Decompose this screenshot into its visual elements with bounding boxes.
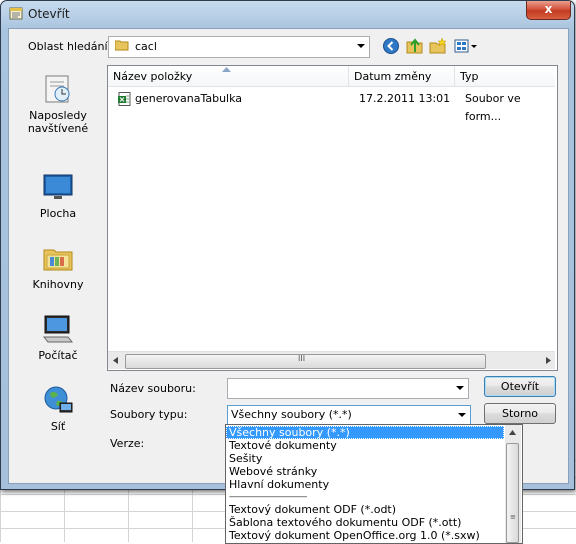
chevron-down-icon[interactable] (458, 413, 466, 417)
place-libraries[interactable]: Knihovny (22, 242, 94, 291)
column-header-type[interactable]: Typ (455, 66, 555, 87)
spreadsheet-file-icon (118, 92, 131, 106)
desktop-icon (43, 174, 73, 199)
lookin-label: Oblast hledání: (28, 40, 112, 53)
filename-label: Název souboru: (110, 382, 196, 395)
place-computer[interactable]: Počítač (22, 313, 94, 362)
column-header-date[interactable]: Datum změny (349, 66, 455, 87)
filetype-value: Všechny soubory (*.*) (231, 408, 352, 421)
back-icon[interactable] (382, 37, 400, 55)
column-header-label: Datum změny (354, 70, 432, 83)
place-network[interactable]: Síť (22, 384, 94, 433)
column-header-label: Název položky (113, 70, 193, 83)
scroll-grip-icon: III (298, 354, 306, 363)
dropdown-option[interactable]: Všechny soubory (*.*) (226, 426, 504, 439)
title-bar[interactable]: Otevřít x (1, 1, 574, 27)
open-button[interactable]: Otevřít (484, 376, 556, 397)
app-icon (9, 7, 23, 20)
scroll-grip-icon: ≡ (510, 513, 516, 521)
file-date: 17.2.2011 13:01 (359, 92, 451, 105)
vertical-scroll-thumb[interactable]: ≡ (506, 443, 519, 543)
version-label: Verze: (110, 437, 145, 450)
place-label: Naposledy navštívené (27, 109, 89, 135)
table-row[interactable]: generovanaTabulka 17.2.2011 13:01 Soubor… (108, 90, 555, 123)
libraries-icon (43, 249, 73, 271)
place-label: Knihovny (32, 278, 84, 291)
scroll-up-icon[interactable] (509, 430, 516, 435)
horizontal-scrollbar[interactable]: III (108, 351, 555, 369)
horizontal-scroll-thumb[interactable]: III (125, 354, 486, 369)
filename-field[interactable] (227, 378, 469, 399)
up-folder-icon[interactable] (406, 37, 424, 55)
dropdown-separator: ----------------------------------------… (229, 492, 307, 501)
dropdown-option[interactable]: Textový dokument OpenOffice.org 1.0 (*.s… (226, 529, 504, 542)
place-label: Síť (50, 420, 66, 433)
column-header-name[interactable]: Název položky (108, 66, 349, 87)
dropdown-option[interactable]: Textový dokument ODF (*.odt) (226, 503, 504, 516)
column-header-label: Typ (460, 70, 479, 83)
open-dialog-window: Otevřít x Oblast hledání: cacl Naposledy… (0, 0, 575, 490)
cancel-button[interactable]: Storno (484, 403, 556, 424)
sort-ascending-icon (222, 67, 231, 72)
scroll-right-icon[interactable] (546, 357, 551, 364)
chevron-down-icon[interactable] (357, 44, 365, 48)
filetype-label: Soubory typu: (110, 408, 188, 421)
scroll-left-icon[interactable] (113, 357, 118, 364)
place-label: Plocha (39, 207, 77, 220)
place-desktop[interactable]: Plocha (22, 171, 94, 220)
chevron-down-icon[interactable] (456, 386, 464, 390)
dialog-client-area: Oblast hledání: cacl Naposledy navštíven… (8, 28, 569, 484)
places-bar: Naposledy navštívené Plocha Knihovny Poč… (22, 65, 102, 433)
dropdown-option[interactable]: Textové dokumenty (226, 439, 504, 452)
view-menu-icon[interactable] (454, 37, 478, 55)
filetype-select[interactable]: Všechny soubory (*.*) (227, 405, 471, 426)
lookin-value: cacl (135, 40, 157, 53)
dropdown-option[interactable]: Webové stránky (226, 465, 504, 478)
dropdown-option[interactable]: Šablona textového dokumentu ODF (*.ott) (226, 516, 504, 529)
lookin-combo[interactable]: cacl (108, 36, 370, 58)
file-name: generovanaTabulka (135, 92, 243, 105)
vertical-scrollbar[interactable]: ≡ (505, 425, 521, 543)
close-button[interactable]: x (526, 1, 571, 20)
close-icon: x (544, 2, 553, 16)
file-type: Soubor ve form... (465, 92, 521, 123)
new-folder-icon[interactable] (429, 37, 447, 55)
folder-icon (115, 40, 129, 51)
place-label: Počítač (38, 349, 78, 362)
recent-places-icon (45, 75, 70, 103)
dropdown-option[interactable]: Sešity (226, 452, 504, 465)
file-list[interactable]: Název položky Datum změny Typ generovana… (107, 65, 558, 371)
filetype-dropdown-list[interactable]: Všechny soubory (*.*) Textové dokumenty … (225, 424, 523, 544)
window-title: Otevřít (28, 7, 70, 21)
place-recent[interactable]: Naposledy navštívené (22, 73, 94, 135)
network-icon (44, 386, 73, 413)
computer-icon (42, 315, 74, 343)
